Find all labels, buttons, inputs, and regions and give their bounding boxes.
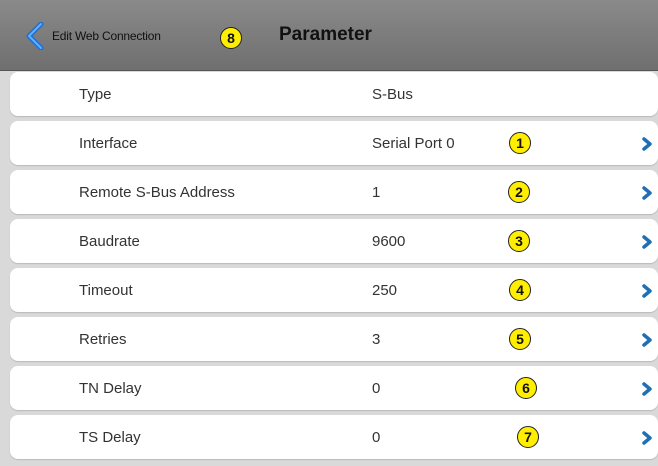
row-interface[interactable]: Interface Serial Port 0 1 (10, 121, 658, 165)
chevron-left-icon (26, 22, 44, 50)
row-label: Remote S-Bus Address (79, 184, 235, 201)
callout-badge: 4 (509, 279, 531, 301)
callout-badge: 7 (517, 426, 539, 448)
callout-badge: 3 (508, 230, 530, 252)
row-value: 250 (372, 282, 398, 299)
chevron-right-icon (642, 137, 652, 151)
row-value: Serial Port 0 (372, 135, 455, 152)
row-value: 0 (372, 380, 381, 397)
callout-badge: 8 (220, 27, 242, 49)
callout-badge: 6 (515, 377, 537, 399)
row-value: 9600 (372, 233, 406, 250)
row-retries[interactable]: Retries 3 5 (10, 317, 658, 361)
row-timeout[interactable]: Timeout 250 4 (10, 268, 658, 312)
row-value: 0 (372, 429, 381, 446)
back-button-label: Edit Web Connection (52, 29, 161, 43)
row-label: Baudrate (79, 233, 140, 250)
row-baudrate[interactable]: Baudrate 9600 3 (10, 219, 658, 263)
header-bar: Edit Web Connection 8 Parameter (0, 0, 658, 71)
row-label: Interface (79, 135, 138, 152)
row-label: Timeout (79, 282, 133, 299)
callout-badge: 2 (508, 181, 530, 203)
callout-badge: 1 (509, 132, 531, 154)
callout-badge: 5 (509, 328, 531, 350)
row-tn-delay[interactable]: TN Delay 0 6 (10, 366, 658, 410)
row-label: TS Delay (79, 429, 141, 446)
chevron-right-icon (642, 382, 652, 396)
chevron-right-icon (642, 333, 652, 347)
page-title: Parameter (279, 24, 372, 45)
back-button[interactable]: Edit Web Connection (24, 22, 161, 50)
chevron-right-icon (642, 186, 652, 200)
row-label: TN Delay (79, 380, 142, 397)
row-value: S-Bus (372, 86, 413, 103)
row-type: Type S-Bus (10, 72, 658, 116)
row-label: Type (79, 86, 112, 103)
row-remote-sbus-address[interactable]: Remote S-Bus Address 1 2 (10, 170, 658, 214)
chevron-right-icon (642, 431, 652, 445)
row-value: 3 (372, 331, 381, 348)
chevron-right-icon (642, 235, 652, 249)
row-label: Retries (79, 331, 127, 348)
row-value: 1 (372, 184, 381, 201)
chevron-right-icon (642, 284, 652, 298)
row-ts-delay[interactable]: TS Delay 0 7 (10, 415, 658, 459)
